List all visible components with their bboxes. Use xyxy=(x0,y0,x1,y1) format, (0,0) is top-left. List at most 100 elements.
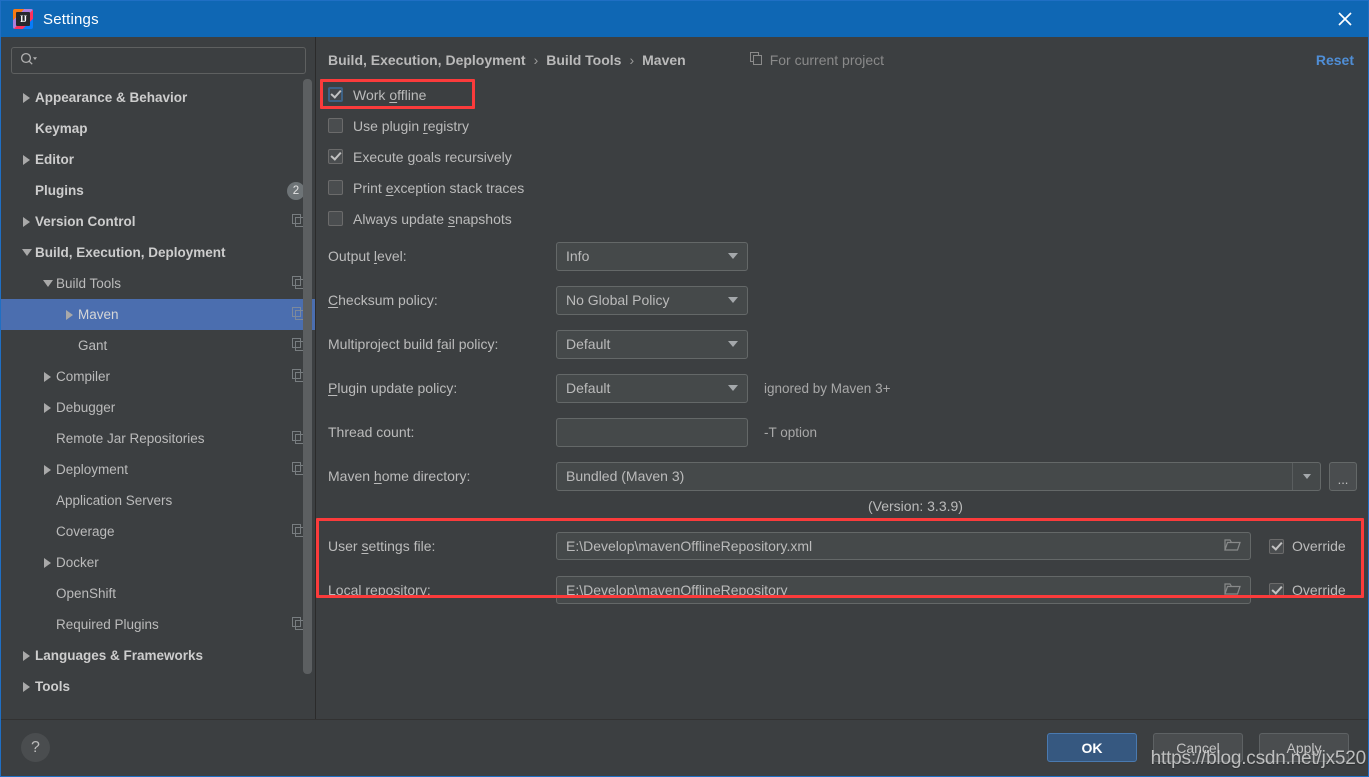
sidebar-item-tools[interactable]: Tools xyxy=(1,671,315,702)
override-label: Override xyxy=(1292,538,1346,554)
search-box[interactable] xyxy=(11,47,306,74)
sidebar-item-label: Deployment xyxy=(56,462,129,477)
sidebar-item-appearance-behavior[interactable]: Appearance & Behavior xyxy=(1,82,315,113)
sidebar-item-maven[interactable]: Maven xyxy=(1,299,315,330)
checkbox-row[interactable]: Work offline xyxy=(316,79,1368,110)
chevron-down-icon[interactable] xyxy=(18,247,35,259)
checkbox-label: Execute goals recursively xyxy=(353,148,512,165)
close-icon[interactable] xyxy=(1322,1,1368,37)
help-button[interactable]: ? xyxy=(21,733,50,762)
chevron-right-icon[interactable] xyxy=(18,92,35,104)
sidebar-item-gant[interactable]: Gant xyxy=(1,330,315,361)
sidebar-item-editor[interactable]: Editor xyxy=(1,144,315,175)
breadcrumb-item-0[interactable]: Build, Execution, Deployment xyxy=(328,52,526,68)
sidebar-item-openshift[interactable]: OpenShift xyxy=(1,578,315,609)
combo-default[interactable]: Default xyxy=(556,329,748,359)
combo-row: Checksum policy: No Global Policy xyxy=(316,278,1368,322)
sidebar-item-build-tools[interactable]: Build Tools xyxy=(1,268,315,299)
sidebar-item-compiler[interactable]: Compiler xyxy=(1,361,315,392)
thread-count-input[interactable] xyxy=(556,417,748,447)
sidebar-item-label: Maven xyxy=(78,307,119,322)
checkbox-always-update-snapshots[interactable] xyxy=(328,211,343,226)
reset-link[interactable]: Reset xyxy=(1316,52,1354,68)
checkbox-row[interactable]: Always update snapshots xyxy=(316,203,1368,234)
chevron-right-icon[interactable] xyxy=(18,216,35,228)
maven-home-browse-button[interactable]: ... xyxy=(1329,461,1357,491)
override-group[interactable]: Override xyxy=(1269,582,1346,598)
sidebar-item-keymap[interactable]: Keymap xyxy=(1,113,315,144)
sidebar-scrollbar[interactable] xyxy=(303,79,312,704)
sidebar-item-label: Required Plugins xyxy=(56,617,159,632)
path-row: User settings file: E:\Develop\mavenOffli… xyxy=(316,524,1368,568)
maven-home-combo[interactable]: Bundled (Maven 3) xyxy=(556,461,1321,491)
sidebar-item-version-control[interactable]: Version Control xyxy=(1,206,315,237)
search-input[interactable] xyxy=(41,52,297,69)
chevron-right-icon[interactable] xyxy=(61,309,78,321)
sidebar-scrollbar-thumb[interactable] xyxy=(303,79,312,674)
checkbox-use-plugin-registry[interactable] xyxy=(328,118,343,133)
sidebar-item-languages-frameworks[interactable]: Languages & Frameworks xyxy=(1,640,315,671)
chevron-right-icon[interactable] xyxy=(18,154,35,166)
sidebar-item-remote-jar-repositories[interactable]: Remote Jar Repositories xyxy=(1,423,315,454)
override-group[interactable]: Override xyxy=(1269,538,1346,554)
checkbox-execute-goals-recursively[interactable] xyxy=(328,149,343,164)
for-current-project-label: For current project xyxy=(769,52,885,68)
checkbox-row[interactable]: Use plugin registry xyxy=(316,110,1368,141)
sidebar-item-label: Build Tools xyxy=(56,276,122,291)
path-field[interactable]: E:\Develop\mavenOfflineRepository xyxy=(556,576,1251,604)
maven-settings-panel: Build, Execution, Deployment › Build Too… xyxy=(316,37,1368,719)
combo-row: Plugin update policy: Default ignored by M… xyxy=(316,366,1368,410)
cancel-button[interactable]: Cancel xyxy=(1153,733,1243,762)
chevron-right-icon[interactable] xyxy=(39,464,56,476)
ok-button[interactable]: OK xyxy=(1047,733,1137,762)
checkbox-row[interactable]: Print exception stack traces xyxy=(316,172,1368,203)
combo-info[interactable]: Info xyxy=(556,241,748,271)
settings-form: Work offline Use plugin registry Execute g… xyxy=(316,69,1368,612)
chevron-right-icon[interactable] xyxy=(18,650,35,662)
dialog-footer: ? OK Cancel Apply https://blog.csdn.net/… xyxy=(1,719,1368,776)
chevron-down-icon[interactable] xyxy=(1292,462,1320,490)
sidebar-item-required-plugins[interactable]: Required Plugins xyxy=(1,609,315,640)
search-wrapper xyxy=(1,37,315,80)
combo-value: Default xyxy=(566,380,611,396)
breadcrumb-separator-0: › xyxy=(533,52,539,68)
sidebar-item-application-servers[interactable]: Application Servers xyxy=(1,485,315,516)
combo-no-global-policy[interactable]: No Global Policy xyxy=(556,285,748,315)
sidebar-item-label: Build, Execution, Deployment xyxy=(35,245,226,260)
breadcrumb-item-1[interactable]: Build Tools xyxy=(546,52,621,68)
sidebar-item-deployment[interactable]: Deployment xyxy=(1,454,315,485)
combo-label: Output level: xyxy=(328,248,407,264)
folder-icon[interactable] xyxy=(1219,582,1246,599)
chevron-down-icon[interactable] xyxy=(39,278,56,290)
override-checkbox[interactable] xyxy=(1269,582,1284,598)
sidebar-item-label: Compiler xyxy=(56,369,111,384)
sidebar-item-docker[interactable]: Docker xyxy=(1,547,315,578)
sidebar-item-label: Version Control xyxy=(35,214,136,229)
search-icon xyxy=(20,52,38,69)
sidebar-item-debugger[interactable]: Debugger xyxy=(1,392,315,423)
chevron-right-icon[interactable] xyxy=(39,402,56,414)
sidebar-item-build-execution-deployment[interactable]: Build, Execution, Deployment xyxy=(1,237,315,268)
thread-count-hint: -T option xyxy=(764,424,818,440)
chevron-right-icon[interactable] xyxy=(39,371,56,383)
checkbox-print-exception-stack-traces[interactable] xyxy=(328,180,343,195)
path-field[interactable]: E:\Develop\mavenOfflineRepository.xml xyxy=(556,532,1251,560)
settings-dialog: IJ Settings Appearance & Behavior Keymap… xyxy=(0,0,1369,777)
settings-tree[interactable]: Appearance & Behavior Keymap Editor Plugins… xyxy=(1,80,315,719)
checkbox-work-offline[interactable] xyxy=(328,87,343,102)
override-checkbox[interactable] xyxy=(1269,538,1284,554)
path-row: Local repository: E:\Develop\mavenOffline… xyxy=(316,568,1368,612)
sidebar-item-coverage[interactable]: Coverage xyxy=(1,516,315,547)
sidebar-item-plugins[interactable]: Plugins 2 xyxy=(1,175,315,206)
breadcrumb-item-2[interactable]: Maven xyxy=(642,52,686,68)
combo-default[interactable]: Default xyxy=(556,373,748,403)
chevron-right-icon[interactable] xyxy=(18,681,35,693)
for-current-project-indicator: For current project xyxy=(749,52,885,68)
chevron-right-icon[interactable] xyxy=(39,557,56,569)
path-value: E:\Develop\mavenOfflineRepository.xml xyxy=(566,538,813,554)
apply-button[interactable]: Apply xyxy=(1259,733,1349,762)
sidebar-item-label: Appearance & Behavior xyxy=(35,90,188,105)
checkbox-row[interactable]: Execute goals recursively xyxy=(316,141,1368,172)
folder-icon[interactable] xyxy=(1219,538,1246,555)
sidebar-item-label: Keymap xyxy=(35,121,88,136)
